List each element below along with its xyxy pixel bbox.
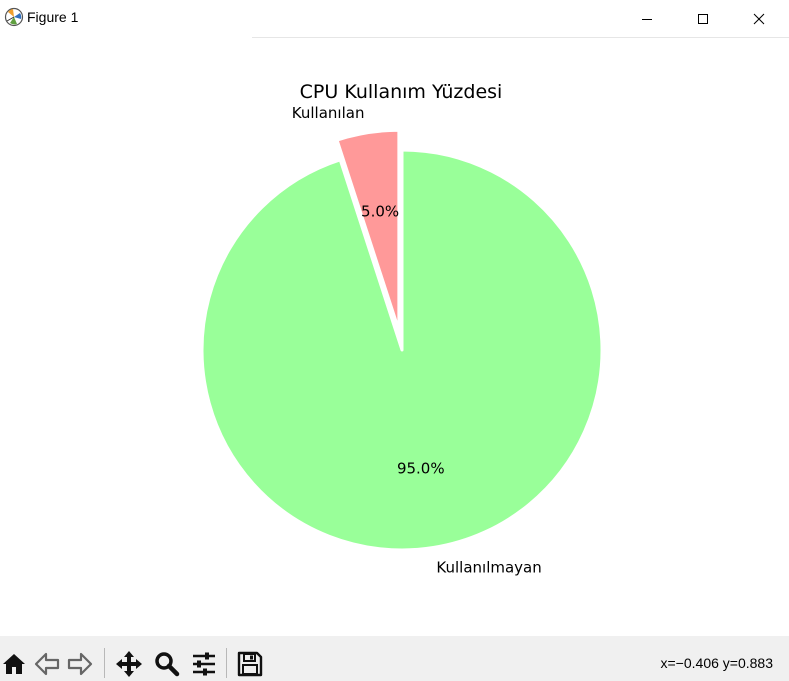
navigation-toolbar: x=−0.406 y=0.883 [0,636,789,681]
cursor-coordinates: x=−0.406 y=0.883 [660,655,774,671]
forward-button[interactable] [66,650,94,678]
pie-percent-label-1: 5.0% [361,203,399,221]
back-button[interactable] [33,650,61,678]
pie-category-label-2: Kullanılmayan [436,558,541,576]
matplotlib-app-icon [4,7,24,27]
window-titlebar: Figure 1 [0,0,789,37]
move-arrows-icon [116,651,142,677]
pie-slices [200,128,604,552]
window-title: Figure 1 [27,9,79,25]
toolbar-separator [104,648,105,678]
pie-chart: 5.0% Kullanılan 95.0% Kullanılmayan CPU Kul… [200,81,604,576]
zoom-button[interactable] [153,650,181,678]
magnifier-icon [155,652,180,677]
toolbar-separator [226,648,227,678]
save-figure-button[interactable] [236,650,264,678]
minimize-button[interactable] [624,0,670,37]
close-icon [753,13,765,24]
arrow-right-icon [67,652,93,676]
close-button[interactable] [736,0,782,37]
figure-canvas[interactable]: 5.0% Kullanılan 95.0% Kullanılmayan CPU Kul… [0,38,789,636]
pie-percent-label-2: 95.0% [397,460,445,478]
pan-button[interactable] [115,650,143,678]
arrow-left-icon [34,652,60,676]
maximize-icon [698,13,708,24]
pie-category-label-1: Kullanılan [292,104,365,122]
minimize-icon [642,18,652,20]
chart-title: CPU Kullanım Yüzdesi [300,81,503,103]
sliders-icon [193,652,215,676]
configure-subplots-button[interactable] [190,650,218,678]
home-icon [3,654,25,674]
save-disk-icon [237,651,263,677]
pie-slice-2 [200,148,604,552]
home-button[interactable] [0,650,28,678]
maximize-button[interactable] [680,0,726,37]
